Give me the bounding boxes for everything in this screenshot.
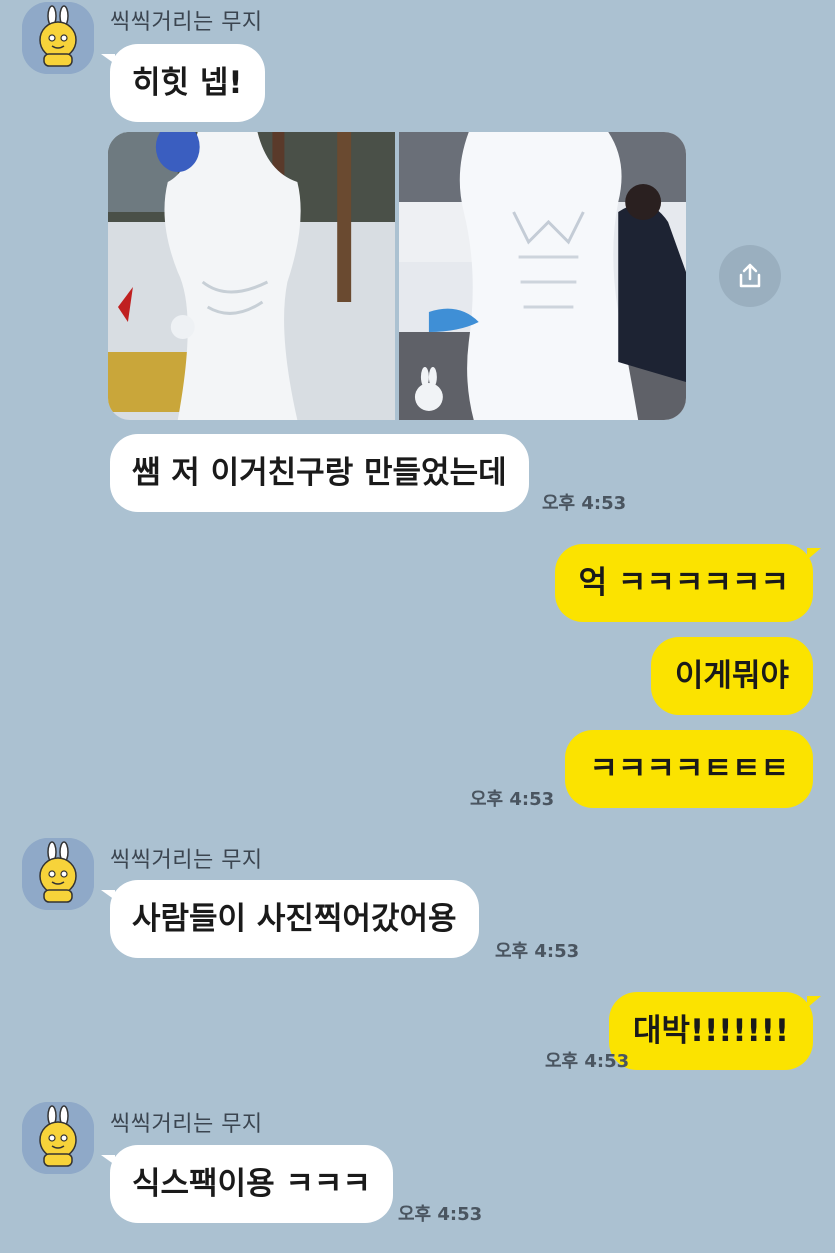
share-button[interactable] [719, 245, 781, 307]
message-bubble[interactable]: 억 ㅋㅋㅋㅋㅋㅋ [554, 544, 822, 622]
message-time: 오후 4:53 [470, 789, 555, 810]
message-time: 오후 4:53 [398, 1204, 483, 1225]
sender-name: 씩씩거리는 무지 [110, 10, 263, 35]
message-bubble[interactable]: 식스팩이용 ㅋㅋㅋ [101, 1145, 393, 1223]
message-bubble[interactable]: ㅋㅋㅋㅋㅌㅌㅌ [565, 730, 813, 808]
message-time: 오후 4:53 [495, 941, 580, 962]
avatar[interactable] [22, 838, 94, 910]
photo-left[interactable] [108, 132, 395, 420]
share-icon [739, 263, 761, 288]
message-time: 오후 4:53 [542, 493, 627, 514]
message-bubble[interactable]: 히힛 넵! [101, 44, 265, 122]
avatar[interactable] [22, 2, 94, 74]
muzi-avatar-icon [22, 1102, 94, 1174]
muzi-avatar-icon [22, 838, 94, 910]
message-bubble[interactable]: 쌤 저 이거친구랑 만들었는데 [110, 434, 529, 512]
message-bubble[interactable]: 이게뭐야 [650, 637, 813, 715]
photo-right[interactable] [399, 132, 686, 420]
snow-sculpture-image [399, 132, 686, 420]
snow-sculpture-image [108, 132, 395, 420]
message-bubble[interactable]: 사람들이 사진찍어갔어용 [101, 880, 479, 958]
message-bubble[interactable]: 대박!!!!!!! [608, 992, 822, 1070]
sender-name: 씩씩거리는 무지 [110, 848, 263, 873]
avatar[interactable] [22, 1102, 94, 1174]
muzi-avatar-icon [22, 2, 94, 74]
message-time: 오후 4:53 [545, 1051, 630, 1072]
photo-attachment[interactable] [108, 132, 686, 420]
sender-name: 씩씩거리는 무지 [110, 1112, 263, 1137]
